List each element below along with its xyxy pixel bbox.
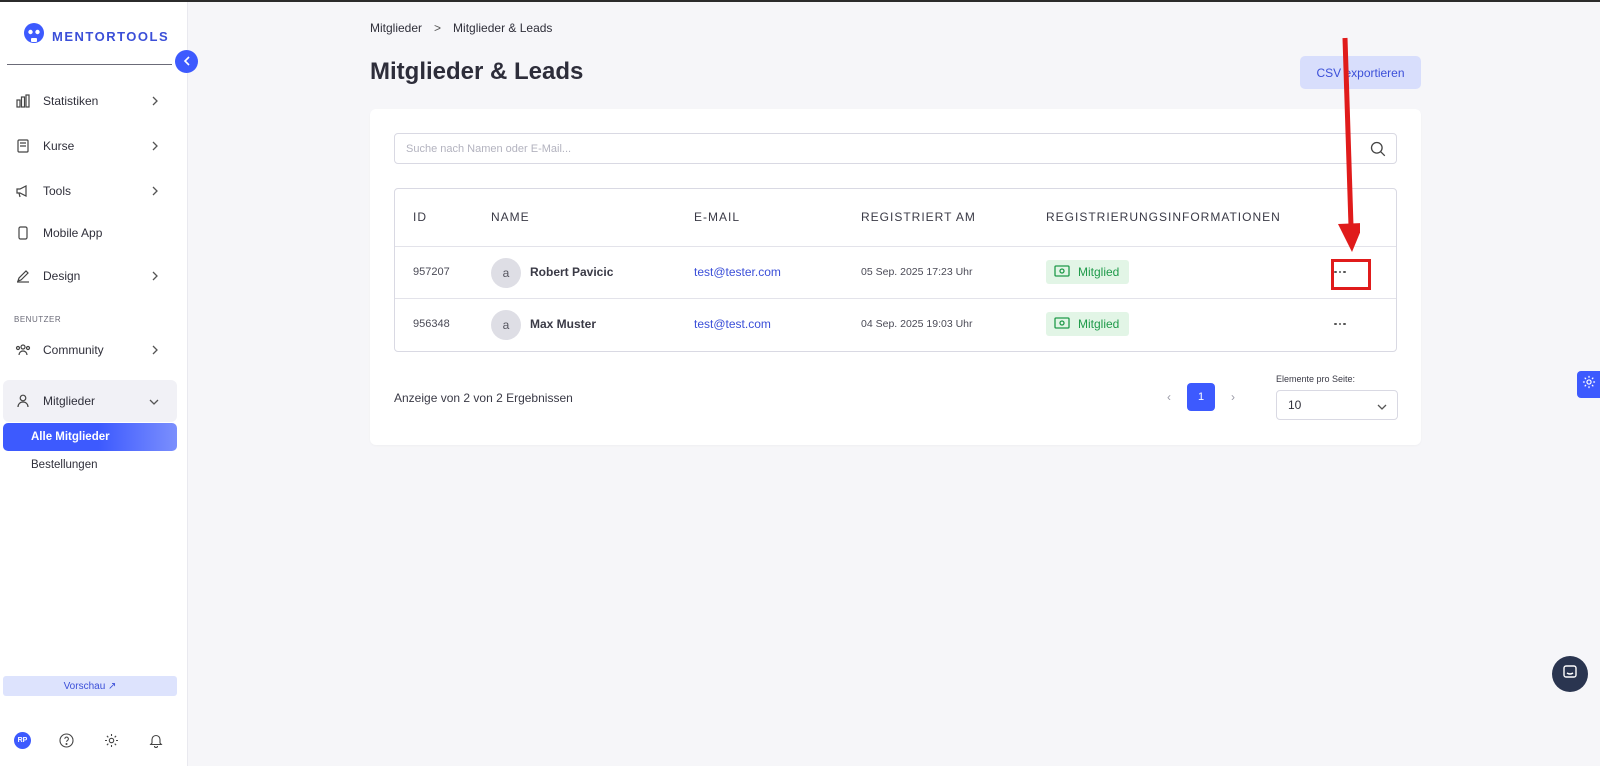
search-icon[interactable]: [1370, 141, 1386, 162]
next-page-button[interactable]: ›: [1231, 390, 1235, 404]
collapse-sidebar-button[interactable]: [175, 50, 198, 73]
search-field[interactable]: [394, 133, 1397, 164]
user-icon: [15, 393, 31, 409]
pagination: ‹ 1 ›: [1167, 383, 1235, 411]
breadcrumb-separator: >: [434, 21, 442, 35]
sidebar-item-label: Statistiken: [43, 94, 99, 108]
sidebar-subitem-alle-mitglieder[interactable]: Alle Mitglieder: [3, 423, 177, 451]
megaphone-icon: [15, 183, 31, 199]
gear-icon[interactable]: [103, 732, 120, 749]
chevron-right-icon: [151, 140, 159, 154]
row-registered-date: 04 Sep. 2025 19:03 Uhr: [861, 318, 973, 330]
row-name[interactable]: Max Muster: [530, 317, 596, 331]
sidebar-item-tools[interactable]: Tools: [3, 171, 177, 211]
sidebar-item-label: Mobile App: [43, 226, 103, 240]
settings-panel-toggle[interactable]: [1577, 371, 1600, 398]
avatar: a: [491, 258, 521, 288]
status-badge: Mitglied: [1046, 312, 1130, 336]
chevron-down-icon: [1377, 400, 1387, 414]
user-avatar[interactable]: RP: [14, 732, 31, 749]
row-name[interactable]: Robert Pavicic: [530, 265, 613, 279]
bar-chart-icon: [15, 93, 31, 109]
mentortools-logo-icon: [22, 22, 46, 51]
sidebar-footer: RP: [14, 732, 174, 752]
community-icon: [15, 342, 31, 358]
members-table: ID NAME E-MAIL REGISTRIERT AM REGISTRIER…: [394, 188, 1397, 352]
sidebar-item-mitglieder[interactable]: Mitglieder: [3, 380, 177, 422]
chevron-right-icon: [151, 270, 159, 284]
chat-launcher-button[interactable]: [1552, 656, 1588, 692]
logo-text: MENTORTOOLS: [52, 29, 170, 44]
status-badge: Mitglied: [1046, 260, 1130, 284]
chevron-right-icon: [151, 95, 159, 109]
sidebar-item-label: Tools: [43, 184, 72, 198]
section-label-benutzer: BENUTZER: [14, 315, 62, 324]
annotation-arrow: [1338, 37, 1360, 252]
table-row[interactable]: 956348 a Max Muster test@test.com 04 Sep…: [395, 298, 1396, 350]
sidebar-item-label: Kurse: [43, 139, 75, 153]
column-header-id[interactable]: ID: [413, 210, 427, 224]
money-icon: [1054, 264, 1070, 280]
annotation-highlight-box: [1331, 259, 1371, 290]
members-card: ID NAME E-MAIL REGISTRIERT AM REGISTRIER…: [370, 109, 1421, 445]
page-button-current[interactable]: 1: [1187, 383, 1215, 411]
gear-icon: [1582, 375, 1596, 394]
sidebar-subitem-bestellungen[interactable]: Bestellungen: [3, 451, 177, 479]
status-label: Mitglied: [1078, 265, 1120, 279]
book-icon: [15, 138, 31, 154]
sidebar-item-mobile-app[interactable]: Mobile App: [3, 213, 177, 253]
row-id: 956348: [413, 318, 450, 330]
row-email[interactable]: test@tester.com: [694, 265, 781, 279]
chevron-right-icon: [151, 185, 159, 199]
previous-page-button[interactable]: ‹: [1167, 390, 1171, 404]
divider: [7, 64, 172, 65]
per-page-label: Elemente pro Seite:: [1276, 374, 1356, 384]
column-header-email[interactable]: E-MAIL: [694, 210, 740, 224]
avatar: a: [491, 310, 521, 340]
row-email[interactable]: test@test.com: [694, 317, 771, 331]
search-input[interactable]: [395, 134, 1355, 163]
status-label: Mitglied: [1078, 317, 1120, 331]
sidebar-item-community[interactable]: Community: [3, 330, 177, 370]
chevron-left-icon: [183, 53, 191, 71]
results-summary: Anzeige von 2 von 2 Ergebnissen: [394, 391, 573, 405]
sidebar-item-label: Mitglieder: [43, 394, 96, 408]
column-header-registered[interactable]: REGISTRIERT AM: [861, 210, 976, 224]
logo[interactable]: MENTORTOOLS: [22, 22, 169, 51]
chevron-down-icon: [149, 395, 159, 409]
chevron-right-icon: [151, 344, 159, 358]
column-header-name[interactable]: NAME: [491, 210, 530, 224]
window-top-border: [0, 0, 1600, 2]
money-icon: [1054, 316, 1070, 332]
breadcrumb-root[interactable]: Mitglieder: [370, 21, 422, 35]
column-header-registration-info[interactable]: REGISTRIERUNGSINFORMATIONEN: [1046, 210, 1281, 224]
per-page-value: 10: [1288, 398, 1302, 412]
mobile-phone-icon: [15, 225, 31, 241]
sidebar-item-label: Community: [43, 343, 104, 357]
breadcrumb: Mitglieder > Mitglieder & Leads: [370, 21, 552, 35]
preview-button[interactable]: Vorschau ↗: [3, 676, 177, 696]
edit-pencil-icon: [15, 268, 31, 284]
help-icon[interactable]: [58, 732, 75, 749]
row-actions-menu-icon[interactable]: [1330, 317, 1350, 331]
breadcrumb-current: Mitglieder & Leads: [453, 21, 553, 35]
chat-icon: [1562, 664, 1578, 685]
table-row[interactable]: 957207 a Robert Pavicic test@tester.com …: [395, 246, 1396, 298]
bell-icon[interactable]: [147, 732, 164, 749]
sidebar-item-label: Design: [43, 269, 81, 283]
row-id: 957207: [413, 266, 450, 278]
sidebar: MENTORTOOLS Statistiken Kurse Tools Mobi…: [0, 2, 188, 766]
page-title: Mitglieder & Leads: [370, 58, 584, 85]
per-page-select[interactable]: 10: [1276, 390, 1398, 420]
sidebar-item-statistiken[interactable]: Statistiken: [3, 81, 177, 121]
sidebar-item-kurse[interactable]: Kurse: [3, 126, 177, 166]
sidebar-item-design[interactable]: Design: [3, 256, 177, 296]
row-registered-date: 05 Sep. 2025 17:23 Uhr: [861, 266, 973, 278]
